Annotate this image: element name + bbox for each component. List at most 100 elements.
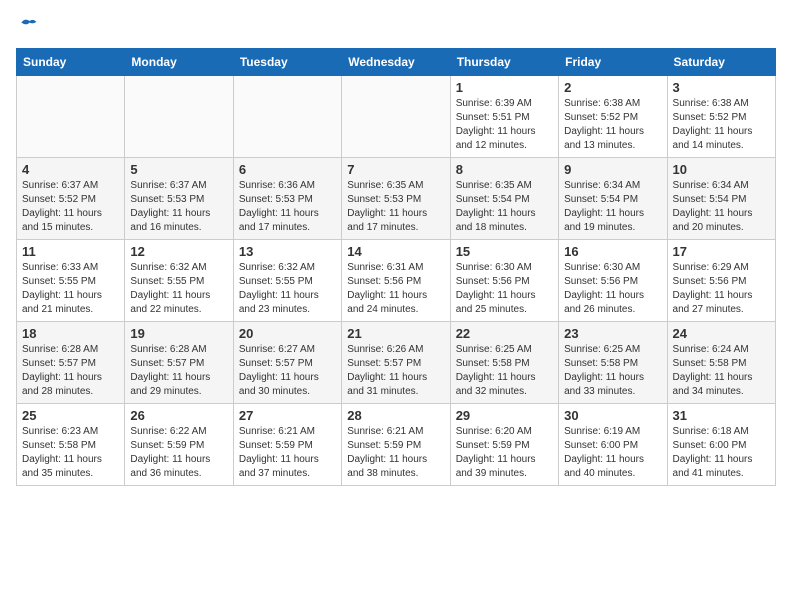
day-number: 10: [673, 162, 770, 177]
day-number: 20: [239, 326, 336, 341]
day-info: Sunrise: 6:37 AMSunset: 5:52 PMDaylight:…: [22, 179, 119, 235]
day-info: Sunrise: 6:34 AMSunset: 5:54 PMDaylight:…: [673, 179, 770, 235]
day-info: Sunrise: 6:27 AMSunset: 5:57 PMDaylight:…: [239, 343, 336, 399]
weekday-header-sunday: Sunday: [17, 49, 125, 76]
calendar-cell: 26Sunrise: 6:22 AMSunset: 5:59 PMDayligh…: [125, 404, 233, 486]
calendar-cell: 15 Sunrise: 6:30 AMSunset: 5:56 PMDayligh…: [450, 240, 558, 322]
calendar-cell: 25 Sunrise: 6:23 AMSunset: 5:58 PMDayligh…: [17, 404, 125, 486]
day-number: 28: [347, 408, 444, 423]
day-info: Sunrise: 6:38 AMSunset: 5:52 PMDaylight:…: [673, 97, 770, 153]
calendar-cell: 18 Sunrise: 6:28 AMSunset: 5:57 PMDayligh…: [17, 322, 125, 404]
calendar-week-row: 18 Sunrise: 6:28 AMSunset: 5:57 PMDayligh…: [17, 322, 776, 404]
day-number: 6: [239, 162, 336, 177]
day-info: Sunrise: 6:19 AMSunset: 6:00 PMDaylight:…: [564, 425, 661, 481]
day-number: 18: [22, 326, 119, 341]
calendar-week-row: 11 Sunrise: 6:33 AMSunset: 5:55 PMDayligh…: [17, 240, 776, 322]
day-info: Sunrise: 6:18 AMSunset: 6:00 PMDaylight:…: [673, 425, 770, 481]
calendar-cell: 5 Sunrise: 6:37 AMSunset: 5:53 PMDaylight…: [125, 158, 233, 240]
day-info: Sunrise: 6:20 AMSunset: 5:59 PMDaylight:…: [456, 425, 553, 481]
calendar-cell: [342, 76, 450, 158]
day-info: Sunrise: 6:32 AMSunset: 5:55 PMDaylight:…: [130, 261, 227, 317]
calendar-cell: 6Sunrise: 6:36 AMSunset: 5:53 PMDaylight…: [233, 158, 341, 240]
calendar-cell: 17 Sunrise: 6:29 AMSunset: 5:56 PMDayligh…: [667, 240, 775, 322]
day-info: Sunrise: 6:35 AMSunset: 5:54 PMDaylight:…: [456, 179, 553, 235]
calendar-cell: 7Sunrise: 6:35 AMSunset: 5:53 PMDaylight…: [342, 158, 450, 240]
calendar-cell: 14Sunrise: 6:31 AMSunset: 5:56 PMDayligh…: [342, 240, 450, 322]
day-number: 9: [564, 162, 661, 177]
calendar-cell: 11 Sunrise: 6:33 AMSunset: 5:55 PMDayligh…: [17, 240, 125, 322]
day-info: Sunrise: 6:23 AMSunset: 5:58 PMDaylight:…: [22, 425, 119, 481]
day-number: 7: [347, 162, 444, 177]
day-number: 16: [564, 244, 661, 259]
calendar-cell: 9Sunrise: 6:34 AMSunset: 5:54 PMDaylight…: [559, 158, 667, 240]
day-number: 8: [456, 162, 553, 177]
day-info: Sunrise: 6:28 AMSunset: 5:57 PMDaylight:…: [130, 343, 227, 399]
day-info: Sunrise: 6:30 AMSunset: 5:56 PMDaylight:…: [456, 261, 553, 317]
day-number: 31: [673, 408, 770, 423]
weekday-header-friday: Friday: [559, 49, 667, 76]
calendar-cell: [17, 76, 125, 158]
day-number: 29: [456, 408, 553, 423]
day-info: Sunrise: 6:26 AMSunset: 5:57 PMDaylight:…: [347, 343, 444, 399]
day-number: 19: [130, 326, 227, 341]
day-info: Sunrise: 6:25 AMSunset: 5:58 PMDaylight:…: [564, 343, 661, 399]
day-info: Sunrise: 6:30 AMSunset: 5:56 PMDaylight:…: [564, 261, 661, 317]
day-info: Sunrise: 6:31 AMSunset: 5:56 PMDaylight:…: [347, 261, 444, 317]
calendar-cell: 22 Sunrise: 6:25 AMSunset: 5:58 PMDayligh…: [450, 322, 558, 404]
day-info: Sunrise: 6:21 AMSunset: 5:59 PMDaylight:…: [239, 425, 336, 481]
calendar-table: SundayMondayTuesdayWednesdayThursdayFrid…: [16, 48, 776, 486]
day-number: 17: [673, 244, 770, 259]
day-number: 12: [130, 244, 227, 259]
calendar-cell: 1 Sunrise: 6:39 AMSunset: 5:51 PMDaylight…: [450, 76, 558, 158]
day-number: 22: [456, 326, 553, 341]
weekday-header-monday: Monday: [125, 49, 233, 76]
day-number: 4: [22, 162, 119, 177]
calendar-cell: 12 Sunrise: 6:32 AMSunset: 5:55 PMDayligh…: [125, 240, 233, 322]
day-info: Sunrise: 6:38 AMSunset: 5:52 PMDaylight:…: [564, 97, 661, 153]
calendar-cell: 19 Sunrise: 6:28 AMSunset: 5:57 PMDayligh…: [125, 322, 233, 404]
day-info: Sunrise: 6:39 AMSunset: 5:51 PMDaylight:…: [456, 97, 553, 153]
day-number: 1: [456, 80, 553, 95]
logo-bird-icon: [18, 16, 38, 36]
day-number: 24: [673, 326, 770, 341]
day-number: 26: [130, 408, 227, 423]
day-number: 30: [564, 408, 661, 423]
weekday-header-tuesday: Tuesday: [233, 49, 341, 76]
day-number: 21: [347, 326, 444, 341]
calendar-cell: 28 Sunrise: 6:21 AMSunset: 5:59 PMDayligh…: [342, 404, 450, 486]
calendar-cell: 21 Sunrise: 6:26 AMSunset: 5:57 PMDayligh…: [342, 322, 450, 404]
day-number: 11: [22, 244, 119, 259]
day-info: Sunrise: 6:29 AMSunset: 5:56 PMDaylight:…: [673, 261, 770, 317]
calendar-cell: 30 Sunrise: 6:19 AMSunset: 6:00 PMDayligh…: [559, 404, 667, 486]
day-info: Sunrise: 6:28 AMSunset: 5:57 PMDaylight:…: [22, 343, 119, 399]
day-info: Sunrise: 6:24 AMSunset: 5:58 PMDaylight:…: [673, 343, 770, 399]
day-number: 27: [239, 408, 336, 423]
day-number: 5: [130, 162, 227, 177]
day-number: 25: [22, 408, 119, 423]
day-info: Sunrise: 6:25 AMSunset: 5:58 PMDaylight:…: [456, 343, 553, 399]
calendar-cell: 20 Sunrise: 6:27 AMSunset: 5:57 PMDayligh…: [233, 322, 341, 404]
calendar-cell: [233, 76, 341, 158]
calendar-cell: 16 Sunrise: 6:30 AMSunset: 5:56 PMDayligh…: [559, 240, 667, 322]
day-info: Sunrise: 6:33 AMSunset: 5:55 PMDaylight:…: [22, 261, 119, 317]
calendar-cell: 23 Sunrise: 6:25 AMSunset: 5:58 PMDayligh…: [559, 322, 667, 404]
calendar-cell: 31 Sunrise: 6:18 AMSunset: 6:00 PMDayligh…: [667, 404, 775, 486]
logo: [16, 16, 38, 36]
weekday-header-saturday: Saturday: [667, 49, 775, 76]
calendar-cell: 13Sunrise: 6:32 AMSunset: 5:55 PMDayligh…: [233, 240, 341, 322]
day-info: Sunrise: 6:37 AMSunset: 5:53 PMDaylight:…: [130, 179, 227, 235]
day-number: 23: [564, 326, 661, 341]
calendar-week-row: 1 Sunrise: 6:39 AMSunset: 5:51 PMDaylight…: [17, 76, 776, 158]
day-number: 3: [673, 80, 770, 95]
calendar-week-row: 25 Sunrise: 6:23 AMSunset: 5:58 PMDayligh…: [17, 404, 776, 486]
calendar-cell: 29 Sunrise: 6:20 AMSunset: 5:59 PMDayligh…: [450, 404, 558, 486]
day-info: Sunrise: 6:21 AMSunset: 5:59 PMDaylight:…: [347, 425, 444, 481]
weekday-header-row: SundayMondayTuesdayWednesdayThursdayFrid…: [17, 49, 776, 76]
calendar-week-row: 4 Sunrise: 6:37 AMSunset: 5:52 PMDaylight…: [17, 158, 776, 240]
page-header: [16, 16, 776, 36]
day-info: Sunrise: 6:32 AMSunset: 5:55 PMDaylight:…: [239, 261, 336, 317]
day-number: 2: [564, 80, 661, 95]
calendar-cell: 10 Sunrise: 6:34 AMSunset: 5:54 PMDayligh…: [667, 158, 775, 240]
calendar-cell: 8 Sunrise: 6:35 AMSunset: 5:54 PMDaylight…: [450, 158, 558, 240]
day-number: 15: [456, 244, 553, 259]
